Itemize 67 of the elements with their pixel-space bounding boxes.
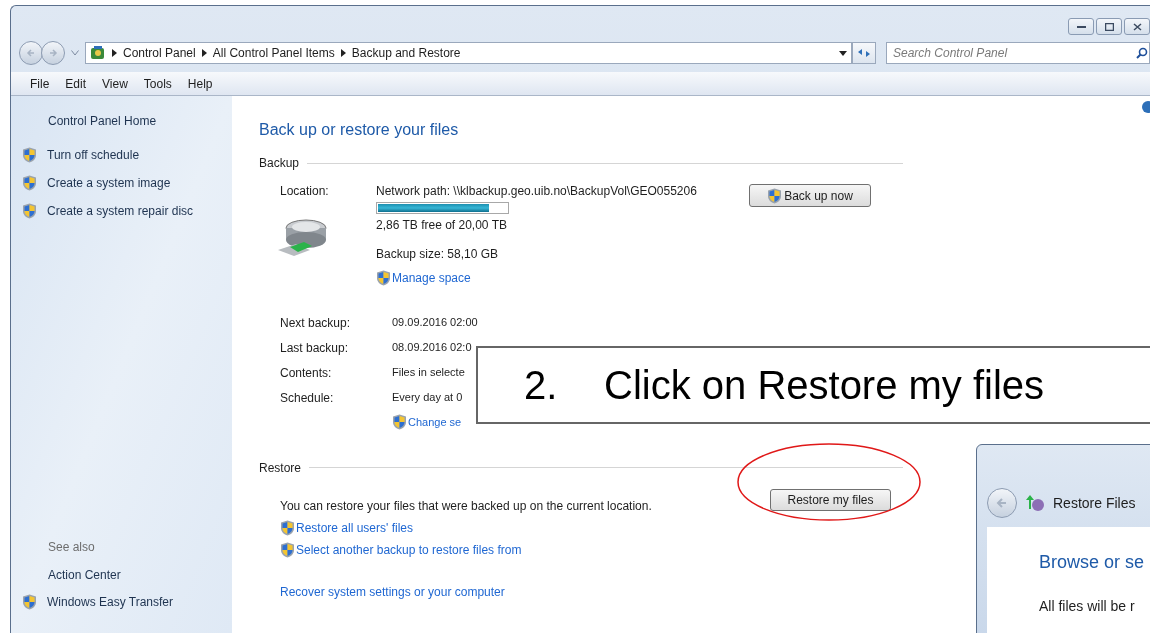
- address-bar[interactable]: Control Panel All Control Panel Items Backup and Restore: [85, 42, 852, 64]
- restore-icon: [1025, 493, 1045, 513]
- refresh-icon: [857, 48, 871, 58]
- chevron-icon: [201, 49, 207, 57]
- field-value: Files in selecte: [392, 365, 465, 380]
- maximize-button[interactable]: [1096, 18, 1122, 35]
- minimize-button[interactable]: [1068, 18, 1094, 35]
- network-path: Network path: \\klbackup.geo.uib.no\BackupVol\GEO055206: [376, 183, 698, 200]
- section-heading: Restore: [259, 459, 302, 477]
- shield-icon: [376, 270, 391, 286]
- chevron-icon: [340, 49, 346, 57]
- backup-size-text: Backup size: 58,10 GB: [376, 246, 500, 263]
- sidebar-link[interactable]: Action Center: [48, 566, 121, 584]
- field-label: Location:: [280, 183, 330, 200]
- restore-my-files-button[interactable]: Restore my files: [770, 488, 891, 511]
- field-value: 09.09.2016 02:00: [392, 315, 478, 330]
- search-icon: [1136, 47, 1148, 59]
- shield-icon: [392, 414, 407, 431]
- dropdown-icon: [71, 50, 79, 56]
- shield-icon: [767, 187, 783, 204]
- field-value: 08.09.2016 02:0: [392, 340, 472, 355]
- recover-link[interactable]: Recover system settings or your computer: [280, 582, 770, 601]
- menu-item[interactable]: File: [23, 74, 57, 93]
- menu-item[interactable]: Edit: [58, 74, 94, 93]
- section-label: See also: [48, 539, 96, 556]
- menu-item[interactable]: Tools: [136, 74, 179, 93]
- right-arrow-icon: [48, 48, 58, 58]
- left-arrow-icon: [996, 497, 1008, 509]
- refresh-button[interactable]: [852, 42, 876, 64]
- field-label: Schedule:: [280, 390, 335, 407]
- breadcrumb[interactable]: All Control Panel Items: [212, 44, 335, 62]
- dialog-heading: Browse or se: [1039, 551, 1146, 574]
- field-value: Every day at 0: [392, 390, 463, 405]
- hard-drive-icon: [276, 216, 330, 258]
- search-field[interactable]: Search Control Panel: [886, 42, 1150, 64]
- chevron-icon: [112, 49, 117, 57]
- callout-text: Click on Restore my files: [604, 362, 1045, 409]
- breadcrumb[interactable]: Control Panel: [123, 44, 196, 62]
- sidebar-link[interactable]: Create a system image: [47, 174, 171, 192]
- sidebar-link[interactable]: Control Panel Home: [48, 112, 232, 130]
- restore-link[interactable]: Restore all users' files: [296, 518, 413, 537]
- dropdown-icon: [839, 50, 847, 56]
- field-label: Contents:: [280, 365, 333, 382]
- field-label: Last backup:: [280, 340, 350, 357]
- sidebar-link[interactable]: Windows Easy Transfer: [47, 593, 174, 611]
- window-title: Restore Files: [1053, 493, 1136, 513]
- menu-item[interactable]: View: [95, 74, 135, 93]
- restore-link[interactable]: Select another backup to restore files from: [296, 540, 522, 559]
- left-arrow-icon: [26, 48, 36, 58]
- close-icon: [1132, 22, 1142, 31]
- free-space-text: 2,86 TB free of 20,00 TB: [376, 217, 508, 234]
- step-number: 2.: [524, 362, 559, 409]
- section-heading: Backup: [259, 155, 300, 172]
- change-settings-link[interactable]: Change se: [408, 414, 462, 431]
- page-title: Back up or restore your files: [259, 120, 460, 140]
- breadcrumb[interactable]: Backup and Restore: [351, 44, 461, 62]
- sidebar-link[interactable]: Turn off schedule: [47, 146, 140, 164]
- control-panel-icon: [90, 45, 106, 61]
- back-up-now-button[interactable]: Back up now: [749, 184, 871, 207]
- sidebar-link[interactable]: Create a system repair disc: [47, 202, 194, 220]
- restore-description: You can restore your files that were backed up on the current location.: [280, 497, 653, 515]
- field-label: Next backup:: [280, 315, 352, 332]
- menu-item[interactable]: Help: [180, 74, 220, 93]
- close-button[interactable]: [1124, 18, 1150, 35]
- maximize-icon: [1104, 22, 1114, 31]
- dialog-text: All files will be r: [1039, 597, 1136, 616]
- manage-space-link[interactable]: Manage space: [392, 269, 471, 287]
